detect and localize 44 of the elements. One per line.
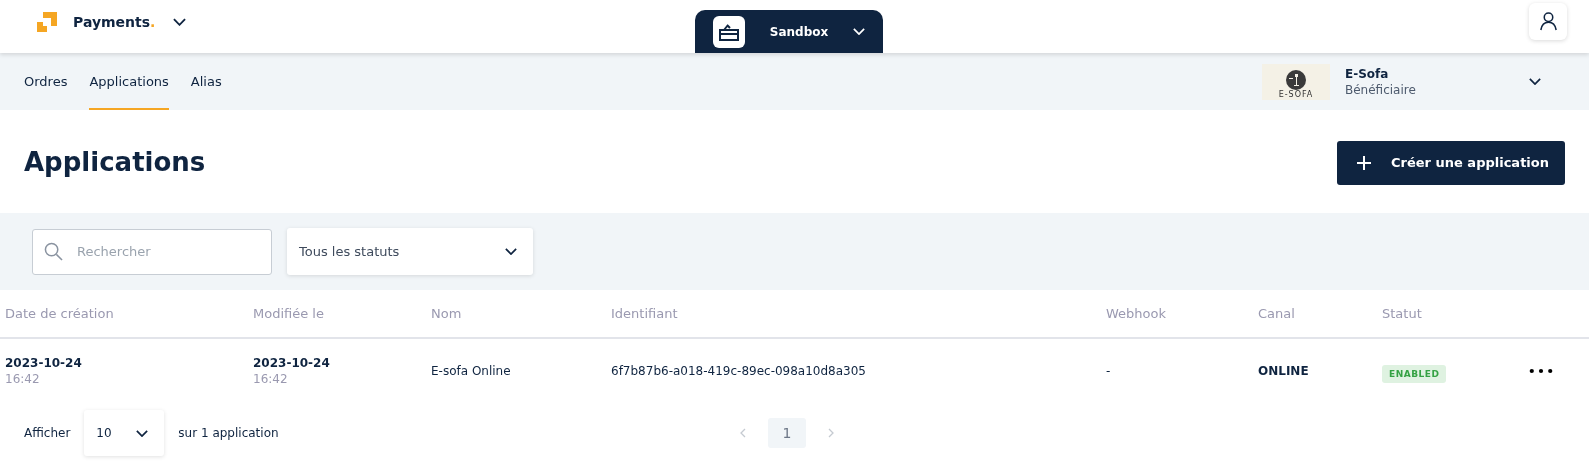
chevron-down-icon (505, 248, 517, 255)
column-header: Modifiée le (253, 306, 325, 321)
column-header: Statut (1382, 306, 1423, 321)
chevron-down-icon[interactable] (173, 18, 187, 26)
environment-switcher[interactable]: Sandbox (695, 10, 883, 53)
nav-tab[interactable]: Applications (89, 53, 169, 110)
table-cell-text: E-sofa Online (431, 364, 512, 378)
table-cell-text: 16:42 (5, 372, 41, 386)
total-count: sur 1 application (178, 426, 279, 440)
page-size-label: Afficher (24, 426, 71, 440)
nav-tab[interactable]: Alias (190, 53, 222, 110)
search-icon (44, 241, 63, 261)
account-name: E-Sofa (1345, 66, 1390, 81)
logo-icon (37, 12, 57, 32)
column-header: Webhook (1106, 306, 1168, 321)
plus-icon (1357, 155, 1371, 170)
user-button[interactable] (1529, 3, 1567, 40)
status-badge: ENABLED (1382, 364, 1447, 383)
column-header: Canal (1258, 306, 1296, 321)
brand-name: Payments. (73, 14, 156, 30)
page-title: Applications (24, 146, 206, 177)
status-select[interactable]: Tous les statuts (287, 228, 533, 275)
create-application-button[interactable]: Créer une application (1337, 140, 1565, 185)
account-role: Bénéficiaire (1345, 82, 1417, 97)
column-header: Identifiant (611, 306, 679, 321)
more-icon[interactable] (1529, 368, 1553, 374)
column-header: Nom (431, 306, 463, 321)
nav-tab[interactable]: Ordres (24, 53, 68, 110)
user-icon (1539, 12, 1557, 31)
toolbox-icon (713, 15, 745, 48)
column-header: Date de création (5, 306, 115, 321)
table-cell-text: 6f7b87b6-a018-419c-89ec-098a10d8a305 (611, 364, 867, 378)
chevron-down-icon[interactable] (1529, 78, 1541, 85)
account-logo: E-SOFA (1262, 63, 1330, 100)
table-cell-text: 16:42 (253, 372, 289, 386)
table-cell-text: 2023-10-24 (5, 356, 83, 370)
page-button[interactable]: 1 (768, 418, 806, 448)
chevron-down-icon (136, 429, 149, 437)
table-cell-text: - (1106, 364, 1112, 378)
page-size-select[interactable]: 10 (84, 410, 165, 456)
table-cell-text: 2023-10-24 (253, 356, 331, 370)
search-field[interactable]: Rechercher (32, 228, 272, 275)
table-cell-text: ONLINE (1258, 364, 1310, 378)
chevron-down-icon (853, 28, 865, 35)
